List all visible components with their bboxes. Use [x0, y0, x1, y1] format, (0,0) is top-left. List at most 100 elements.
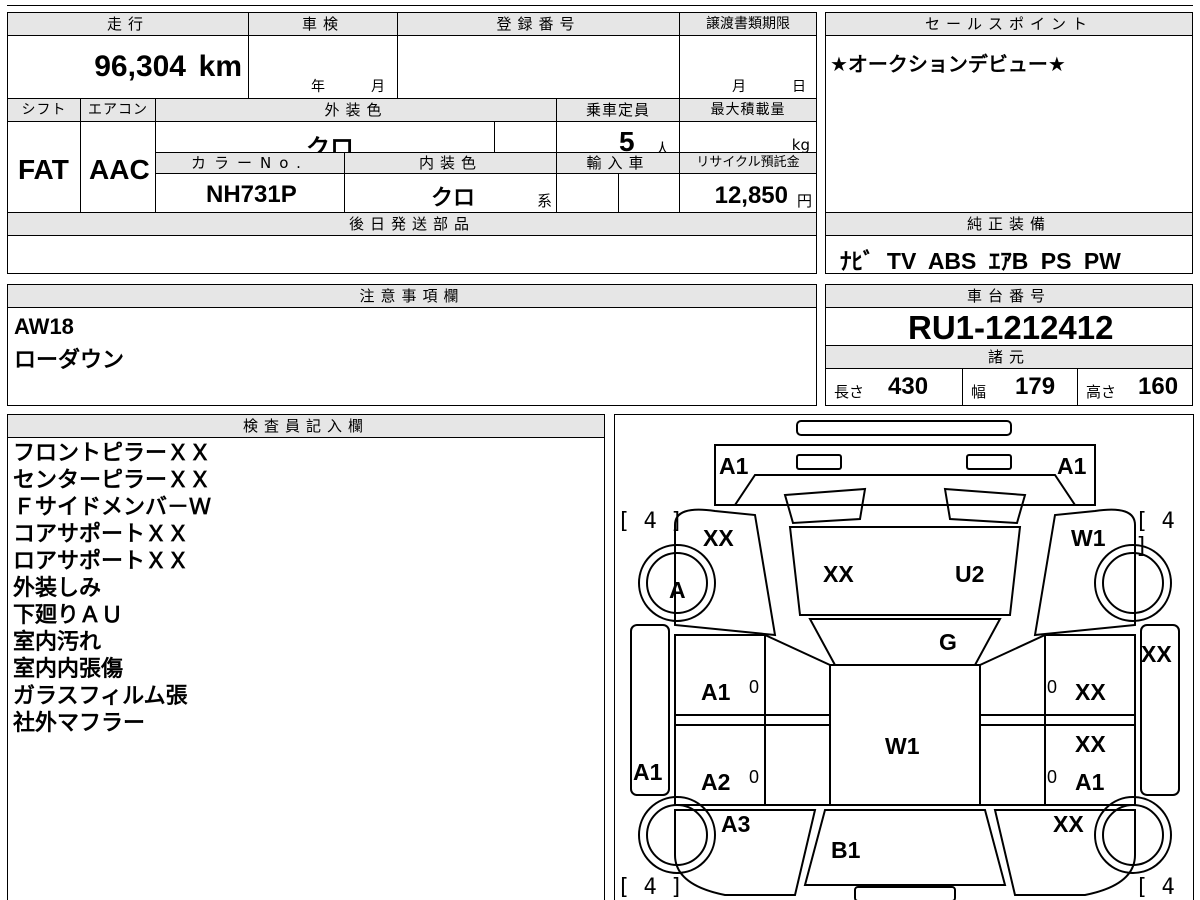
- mark-a1-rocker-left: A1: [633, 759, 663, 785]
- height-label: 高さ: [1086, 383, 1117, 401]
- deadline-day-label: 日: [792, 79, 806, 95]
- genuine-equipment-header: 純正装備: [825, 212, 1193, 236]
- tire-rear-right: [ 4 ]: [1135, 875, 1175, 900]
- interior-color-cell: クロ 系: [344, 173, 557, 213]
- recycle-fee-value: 12,850: [714, 182, 788, 209]
- inspector-line: 外装しみ: [13, 576, 102, 601]
- inspector-line: 室内内張傷: [13, 657, 124, 682]
- vehicle-info-table: 走行 車検 登録番号 譲渡書類期限 96,304 km 年 月 月 日 シフト …: [7, 12, 817, 274]
- top-strip: [7, 0, 1193, 6]
- sales-point-cell: ★オークションデビュー★: [825, 35, 1193, 213]
- genuine-equipment-text: ﾅﾋﾞ TV ABS ｴｱB PS PW: [840, 248, 1121, 274]
- later-parts-cell: [7, 235, 817, 274]
- shift-value: FAT: [18, 154, 69, 185]
- interior-color-header: 内装色: [344, 152, 557, 174]
- mark-a-wheel: A: [669, 577, 686, 603]
- color-no-cell: NH731P: [155, 173, 345, 213]
- mark-w1-fender-right: W1: [1071, 525, 1106, 551]
- tire-front-right: [ 4 ]: [1135, 509, 1175, 559]
- color-no-header: カラーNo.: [155, 152, 345, 174]
- mark-xx-hood-left: XX: [823, 561, 854, 587]
- mark-u2-hood-right: U2: [955, 561, 985, 587]
- caution-cell: AW18 ローダウン: [7, 307, 817, 406]
- inspector-line: ガラスフィルム張: [13, 684, 188, 709]
- inspector-line: Ｆサイドメンバ－Ｗ: [13, 495, 212, 520]
- inspection-month-label: 月: [371, 79, 385, 95]
- inspector-line: センターピラーＸＸ: [13, 468, 212, 493]
- sales-point-header: セールスポイント: [825, 12, 1193, 36]
- max-load-header: 最大積載量: [679, 98, 817, 122]
- genuine-equipment-cell: ﾅﾋﾞ TV ABS ｴｱB PS PW: [825, 235, 1193, 274]
- length-value: 430: [888, 373, 929, 400]
- chassis-cell: RU1-1212412: [825, 307, 1193, 346]
- exterior-color-header: 外装色: [155, 98, 557, 122]
- inspector-line: 社外マフラー: [13, 711, 146, 736]
- inspection-cell: 年 月: [248, 35, 398, 99]
- interior-color-value: クロ: [431, 186, 476, 211]
- recycle-fee-unit: 円: [796, 192, 812, 210]
- mark-a1-front-left: A1: [719, 453, 749, 479]
- shift-cell: FAT: [7, 121, 81, 213]
- mark-xx-rear-door-right-top: XX: [1075, 731, 1106, 757]
- capacity-header: 乗車定員: [556, 98, 680, 122]
- chassis-header: 車台番号: [825, 284, 1193, 308]
- caution-header: 注意事項欄: [7, 284, 817, 308]
- import-cell-right: [618, 173, 680, 213]
- mileage-value: 96,304: [94, 50, 186, 83]
- reg-number-cell: [397, 35, 680, 99]
- mark-b1-rear: B1: [831, 837, 861, 863]
- recycle-fee-header: リサイクル預託金: [679, 152, 817, 174]
- sales-point-text: ★オークションデビュー★: [830, 52, 1066, 76]
- mark-zero: 0: [749, 677, 760, 697]
- mark-zero: 0: [1047, 677, 1058, 697]
- length-label: 長さ: [834, 383, 865, 401]
- mark-zero: 0: [1047, 767, 1058, 787]
- height-cell: 高さ 160: [1077, 368, 1193, 406]
- transfer-deadline-header: 譲渡書類期限: [679, 12, 817, 36]
- mark-xx-front-door-right: XX: [1075, 679, 1106, 705]
- specs-header: 諸元: [825, 345, 1193, 369]
- inspector-cell: フロントピラーＸＸ センターピラーＸＸ Ｆサイドメンバ－Ｗ コアサポートＸＸ ロ…: [7, 437, 605, 900]
- interior-color-suffix: 系: [536, 192, 552, 210]
- inspector-notes: フロントピラーＸＸ センターピラーＸＸ Ｆサイドメンバ－Ｗ コアサポートＸＸ ロ…: [13, 440, 211, 737]
- inspector-line: ロアサポートＸＸ: [13, 549, 190, 574]
- later-parts-header: 後日発送部品: [7, 212, 817, 236]
- shift-header: シフト: [7, 98, 81, 122]
- tire-rear-left: [ 4 ]: [617, 875, 684, 900]
- height-value: 160: [1138, 373, 1179, 400]
- caution-line-2: ローダウン: [14, 348, 125, 373]
- mark-g-windshield: G: [939, 629, 957, 655]
- color-no-value: NH731P: [206, 181, 297, 208]
- mark-w1-roof: W1: [885, 733, 920, 759]
- inspector-header: 検査員記入欄: [7, 414, 605, 438]
- tire-front-left: [ 4 ]: [617, 509, 684, 534]
- length-cell: 長さ 430: [825, 368, 963, 406]
- mileage-unit: km: [198, 50, 242, 83]
- mark-a1-front-door-left: A1: [701, 679, 731, 705]
- damage-diagram: A1 A1 XX W1 XX U2 A G XX A1 0 0 XX W1 XX…: [614, 414, 1194, 900]
- mileage-header: 走行: [7, 12, 249, 36]
- mark-a1-rear-door-right: A1: [1075, 769, 1105, 795]
- aircon-header: エアコン: [80, 98, 156, 122]
- width-value: 179: [1015, 373, 1056, 400]
- mark-a2-rear-door-left: A2: [701, 769, 731, 795]
- deadline-month-label: 月: [732, 79, 746, 95]
- chassis-number: RU1-1212412: [908, 309, 1114, 346]
- car-outline-svg: [630, 420, 1180, 900]
- inspector-line: 下廻りＡＵ: [13, 603, 124, 628]
- aircon-cell: AAC: [80, 121, 156, 213]
- import-cell-left: [556, 173, 619, 213]
- mark-xx-rear-right: XX: [1053, 811, 1084, 837]
- mark-a1-front-right: A1: [1057, 453, 1087, 479]
- inspector-line: 室内汚れ: [13, 630, 102, 655]
- caution-line-1: AW18: [14, 314, 74, 339]
- mark-zero: 0: [749, 767, 760, 787]
- inspector-line: フロントピラーＸＸ: [13, 441, 212, 466]
- mileage-cell: 96,304 km: [7, 35, 249, 99]
- inspector-line: コアサポートＸＸ: [13, 522, 190, 547]
- mark-a3-rear-left: A3: [721, 811, 751, 837]
- mark-xx-fender-left: XX: [703, 525, 734, 551]
- mark-xx-side-right: XX: [1141, 641, 1172, 667]
- width-label: 幅: [971, 383, 987, 401]
- width-cell: 幅 179: [962, 368, 1078, 406]
